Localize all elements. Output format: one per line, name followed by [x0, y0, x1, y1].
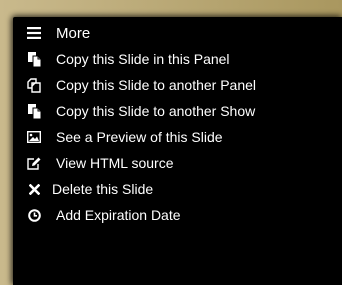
hamburger-icon	[27, 25, 41, 41]
menu-item-copy-in-panel[interactable]: Copy this Slide in this Panel	[13, 47, 342, 73]
menu-item-label: See a Preview of this Slide	[56, 129, 223, 145]
duplicate-icon	[27, 77, 41, 93]
menu-item-label: Add Expiration Date	[56, 207, 181, 223]
menu-header-label: More	[56, 25, 91, 42]
menu-item-delete[interactable]: Delete this Slide	[13, 177, 342, 203]
menu-item-view-html[interactable]: View HTML source	[13, 151, 342, 177]
menu-item-add-expiration[interactable]: Add Expiration Date	[13, 203, 342, 229]
copy-icon	[27, 103, 41, 119]
menu-item-label: Copy this Slide to another Show	[56, 103, 256, 119]
menu-item-label: Delete this Slide	[52, 181, 154, 197]
image-icon	[27, 129, 41, 145]
page-background: More Copy this Slide in this Panel Copy …	[0, 0, 342, 285]
clock-icon	[27, 207, 41, 223]
menu-item-copy-to-panel[interactable]: Copy this Slide to another Panel	[13, 73, 342, 99]
menu-header-more[interactable]: More	[13, 21, 342, 47]
menu-item-label: Copy this Slide in this Panel	[56, 51, 230, 67]
copy-icon	[27, 51, 41, 67]
menu-item-label: View HTML source	[56, 155, 174, 171]
menu-item-copy-to-show[interactable]: Copy this Slide to another Show	[13, 99, 342, 125]
menu-item-preview[interactable]: See a Preview of this Slide	[13, 125, 342, 151]
context-menu: More Copy this Slide in this Panel Copy …	[13, 17, 342, 285]
menu-item-label: Copy this Slide to another Panel	[56, 77, 257, 93]
edit-icon	[27, 155, 41, 171]
close-icon	[27, 181, 41, 197]
